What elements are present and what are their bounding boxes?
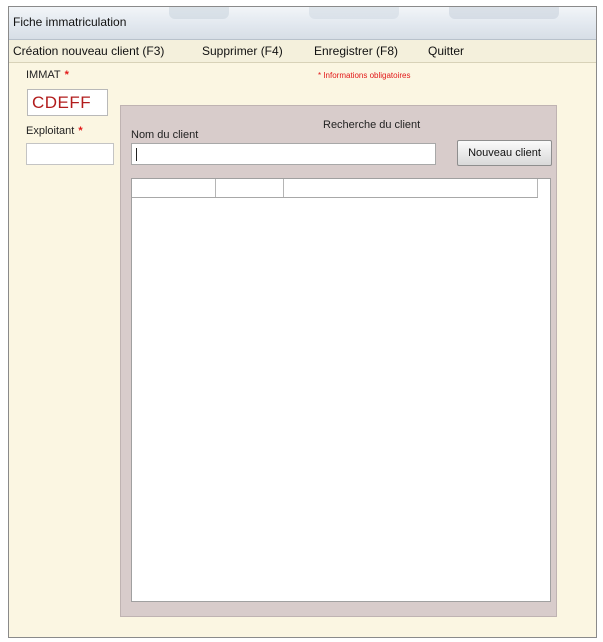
menu-quit[interactable]: Quitter — [428, 44, 464, 58]
window-title: Fiche immatriculation — [13, 15, 127, 29]
titlebar-glare — [309, 7, 399, 19]
client-name-label: Nom du client — [131, 129, 199, 141]
exploitant-label-group: Exploitant * — [26, 125, 83, 137]
exploitant-field[interactable] — [26, 143, 114, 165]
exploitant-label: Exploitant — [26, 125, 75, 137]
titlebar-glare — [449, 7, 559, 19]
new-client-button[interactable]: Nouveau client — [457, 140, 552, 166]
title-bar[interactable]: Fiche immatriculation — [9, 7, 596, 40]
grid-column-header[interactable] — [284, 179, 538, 197]
menu-delete[interactable]: Supprimer (F4) — [202, 44, 283, 58]
search-panel-title: Recherche du client — [323, 119, 421, 131]
menu-save[interactable]: Enregistrer (F8) — [314, 44, 398, 58]
immat-label-group: IMMAT * — [26, 69, 69, 81]
immat-label: IMMAT — [26, 69, 61, 81]
required-marker: * — [78, 125, 83, 137]
client-results-grid[interactable] — [131, 178, 551, 602]
client-name-input[interactable] — [131, 143, 436, 165]
menu-create-client[interactable]: Création nouveau client (F3) — [13, 44, 164, 58]
required-marker: * — [64, 69, 69, 81]
text-caret — [136, 148, 137, 161]
grid-column-header[interactable] — [132, 179, 216, 197]
client-search-panel: Recherche du client Nom du client Nouvea… — [120, 105, 557, 617]
grid-column-header[interactable] — [216, 179, 284, 197]
immat-field[interactable]: CDEFF — [27, 89, 108, 116]
grid-header-row — [132, 179, 538, 198]
required-fields-note: * Informations obligatoires — [318, 71, 411, 80]
titlebar-glare — [169, 7, 229, 19]
menu-bar: Création nouveau client (F3) Supprimer (… — [9, 40, 596, 63]
fiche-immatriculation-window: Fiche immatriculation Création nouveau c… — [8, 6, 597, 638]
